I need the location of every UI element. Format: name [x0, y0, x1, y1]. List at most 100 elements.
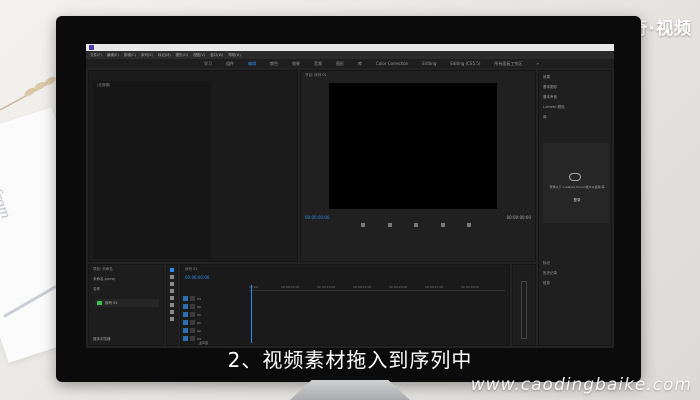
program-video-display — [329, 83, 497, 209]
premiere-window: 文件(F) 编辑(E) 剪辑(C) 序列(S) 标记(M) 图形(G) 视图(V… — [86, 44, 614, 348]
workspace-editing-2[interactable]: Editing — [422, 61, 436, 66]
track-header-a1[interactable]: A1 — [183, 319, 247, 326]
ruler-label: 00:00:30:00 — [461, 285, 480, 289]
right-item-effects[interactable]: 效果 — [543, 75, 550, 80]
workspace-libraries[interactable]: 库 — [358, 61, 362, 67]
track-target-icon[interactable] — [183, 304, 188, 309]
timeline-timecode[interactable]: 00:00:00:00 — [185, 275, 209, 280]
right-item-libraries[interactable]: 库 — [543, 115, 547, 120]
source-monitor: (无剪辑) — [93, 81, 211, 259]
track-target-icon[interactable] — [183, 320, 188, 325]
track-label: A1 — [197, 320, 201, 325]
pen-tool-icon[interactable] — [170, 303, 174, 307]
step-forward-icon[interactable] — [440, 223, 445, 227]
timeline-panel: 序列 01 00:00:00:00 00:00 00:00:05:00 00:0… — [180, 264, 510, 346]
track-mute-icon[interactable] — [190, 328, 195, 333]
right-item-markers[interactable]: 标记 — [543, 261, 550, 266]
right-item-history[interactable]: 历史记录 — [543, 271, 557, 276]
menu-clip[interactable]: 剪辑(C) — [124, 53, 136, 58]
type-tool-icon[interactable] — [170, 317, 174, 321]
wheat-decoration — [0, 77, 56, 111]
project-tab[interactable]: 项目: 未命名 — [93, 267, 113, 272]
workspace-editing-cs55[interactable]: Editing (CS5.5) — [450, 61, 480, 66]
cc-login-button[interactable]: 登录 — [549, 198, 605, 203]
program-tab[interactable]: 节目: 序列 01 — [305, 73, 327, 78]
program-timecode-left[interactable]: 00:00:00:00 — [305, 215, 329, 220]
cc-library-box: 登录以下 Creative Cloud 帐户以使用 库 登录 — [543, 143, 609, 223]
ruler-label: 00:00:15:00 — [353, 285, 372, 289]
ripple-edit-tool-icon[interactable] — [170, 282, 174, 286]
selection-tool-icon[interactable] — [170, 268, 174, 272]
premiere-logo-icon — [89, 45, 94, 50]
workspace-color-correction[interactable]: Color Correction — [376, 61, 408, 66]
menu-help[interactable]: 帮助(H) — [228, 53, 240, 58]
track-header-v3[interactable]: V3 — [183, 295, 247, 302]
right-item-info[interactable]: 信息 — [543, 281, 550, 286]
playback-controls — [361, 223, 471, 231]
track-mute-icon[interactable] — [190, 320, 195, 325]
track-header-a3[interactable]: A3 — [183, 335, 247, 342]
program-panel: 节目: 序列 01 00:00:00:00 00:00:00:00 — [300, 70, 536, 262]
title-bar — [86, 44, 614, 51]
track-lock-icon[interactable] — [190, 312, 195, 317]
track-mute-icon[interactable] — [190, 336, 195, 341]
play-icon[interactable] — [414, 223, 418, 227]
right-item-essential-graphics[interactable]: 基本图形 — [543, 85, 557, 90]
workspace-more[interactable]: » — [536, 61, 538, 66]
track-target-icon[interactable] — [183, 312, 188, 317]
workspace-color[interactable]: 颜色 — [270, 61, 278, 67]
source-tab[interactable]: (无剪辑) — [97, 83, 110, 88]
tools-panel — [166, 264, 178, 346]
playhead[interactable] — [251, 285, 252, 343]
menu-edit[interactable]: 编辑(E) — [107, 53, 119, 58]
sequence-clip[interactable]: 序列 01 — [95, 299, 159, 307]
slip-tool-icon[interactable] — [170, 296, 174, 300]
track-target-icon[interactable] — [183, 296, 188, 301]
track-label: V1 — [197, 312, 201, 317]
track-lock-icon[interactable] — [190, 296, 195, 301]
site-watermark: www.caodingbaike.com — [470, 375, 692, 395]
ruler-label: 00:00:20:00 — [389, 285, 408, 289]
track-label: A2 — [197, 328, 201, 333]
monitor-stand — [290, 380, 410, 400]
clip-thumbnail — [97, 301, 102, 305]
ruler-label: 00:00:10:00 — [317, 285, 336, 289]
razor-tool-icon[interactable] — [170, 289, 174, 293]
workspace-effects[interactable]: 效果 — [292, 61, 300, 67]
menu-graphics[interactable]: 图形(G) — [176, 53, 188, 58]
workspace-editing[interactable]: 编辑 — [248, 61, 256, 67]
workspace-all-panels[interactable]: 所有面板工作区 — [494, 61, 522, 67]
mark-in-icon[interactable] — [361, 223, 365, 227]
track-target-icon[interactable] — [183, 336, 188, 341]
track-lock-icon[interactable] — [190, 304, 195, 309]
hand-tool-icon[interactable] — [170, 310, 174, 314]
workspace-audio[interactable]: 音频 — [314, 61, 322, 67]
cc-login-text: 登录以下 Creative Cloud 帐户以使用 库 — [549, 185, 605, 189]
media-browser-tab[interactable]: 媒体浏览器 — [93, 337, 111, 342]
right-item-lumetri[interactable]: Lumetri 颜色 — [543, 105, 565, 110]
menu-sequence[interactable]: 序列(S) — [141, 53, 153, 58]
step-back-icon[interactable] — [387, 223, 392, 227]
track-header-v1[interactable]: V1 — [183, 311, 247, 318]
menu-view[interactable]: 视图(V) — [193, 53, 205, 58]
audio-meter — [521, 281, 527, 339]
track-header-a2[interactable]: A2 — [183, 327, 247, 334]
right-item-essential-sound[interactable]: 基本声音 — [543, 95, 557, 100]
mark-out-icon[interactable] — [467, 223, 471, 227]
menu-window[interactable]: 窗口(W) — [210, 53, 223, 58]
track-label: V2 — [197, 304, 201, 309]
track-select-tool-icon[interactable] — [170, 275, 174, 279]
track-label: V3 — [197, 296, 201, 301]
program-timecode-right: 00:00:00:00 — [506, 215, 531, 220]
sequence-clip-label: 序列 01 — [105, 301, 118, 305]
track-target-icon[interactable] — [183, 328, 188, 333]
timeline-tab[interactable]: 序列 01 — [185, 267, 198, 272]
track-header-v2[interactable]: V2 — [183, 303, 247, 310]
menu-marker[interactable]: 标记(M) — [158, 53, 171, 58]
menu-file[interactable]: 文件(F) — [90, 53, 102, 58]
workspace-learn[interactable]: 学习 — [204, 61, 212, 67]
menu-bar: 文件(F) 编辑(E) 剪辑(C) 序列(S) 标记(M) 图形(G) 视图(V… — [86, 51, 614, 59]
time-ruler[interactable]: 00:00 00:00:05:00 00:00:10:00 00:00:15:0… — [249, 285, 505, 291]
workspace-assembly[interactable]: 组件 — [226, 61, 234, 67]
workspace-graphics[interactable]: 图形 — [336, 61, 344, 67]
